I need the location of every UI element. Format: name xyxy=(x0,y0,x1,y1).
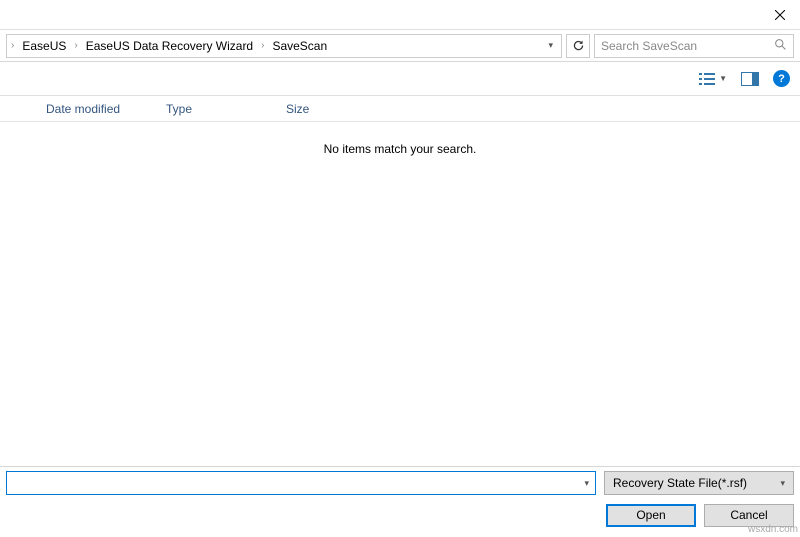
refresh-button[interactable] xyxy=(566,34,590,58)
close-icon xyxy=(775,10,785,20)
column-header-date[interactable]: Date modified xyxy=(46,102,166,116)
chevron-right-icon: › xyxy=(72,40,79,51)
breadcrumb[interactable]: › EaseUS › EaseUS Data Recovery Wizard ›… xyxy=(6,34,562,58)
chevron-right-icon: › xyxy=(9,40,16,51)
help-icon: ? xyxy=(778,73,785,85)
breadcrumb-item[interactable]: EaseUS xyxy=(16,35,72,57)
toolbar: ▼ ? xyxy=(0,62,800,96)
watermark: wsxdn.com xyxy=(748,524,798,535)
help-button[interactable]: ? xyxy=(773,70,790,87)
address-bar: › EaseUS › EaseUS Data Recovery Wizard ›… xyxy=(0,30,800,62)
chevron-down-icon: ▼ xyxy=(719,74,727,83)
chevron-down-icon[interactable]: ▾ xyxy=(542,40,559,51)
chevron-down-icon[interactable]: ▾ xyxy=(584,478,589,489)
file-input-row: ▾ Recovery State File(*.rsf) ▾ xyxy=(0,467,800,499)
close-button[interactable] xyxy=(760,1,800,29)
column-headers: Date modified Type Size xyxy=(0,96,800,122)
view-mode-button[interactable]: ▼ xyxy=(699,72,727,86)
refresh-icon xyxy=(572,39,585,52)
bottom-panel: ▾ Recovery State File(*.rsf) ▾ Open Canc… xyxy=(0,466,800,537)
chevron-right-icon: › xyxy=(259,40,266,51)
breadcrumb-item[interactable]: EaseUS Data Recovery Wizard xyxy=(80,35,259,57)
filetype-filter[interactable]: Recovery State File(*.rsf) ▾ xyxy=(604,471,794,495)
filetype-label: Recovery State File(*.rsf) xyxy=(613,476,747,490)
filename-input[interactable]: ▾ xyxy=(6,471,596,495)
open-button[interactable]: Open xyxy=(606,504,696,527)
preview-pane-icon xyxy=(741,72,759,86)
chevron-down-icon: ▾ xyxy=(780,478,785,489)
search-input[interactable]: Search SaveScan xyxy=(594,34,794,58)
titlebar xyxy=(0,0,800,30)
button-row: Open Cancel xyxy=(0,499,800,537)
empty-message: No items match your search. xyxy=(0,122,800,156)
column-header-size[interactable]: Size xyxy=(286,102,366,116)
file-list: No items match your search. xyxy=(0,122,800,452)
column-header-type[interactable]: Type xyxy=(166,102,286,116)
list-view-icon xyxy=(699,72,715,86)
breadcrumb-item[interactable]: SaveScan xyxy=(266,35,333,57)
preview-pane-button[interactable] xyxy=(741,70,759,88)
search-icon xyxy=(774,38,787,54)
search-placeholder: Search SaveScan xyxy=(601,39,697,53)
